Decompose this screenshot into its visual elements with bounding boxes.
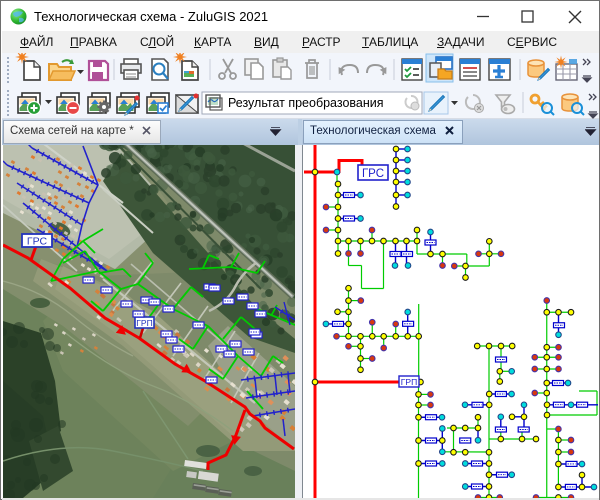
svg-text:Результат преобразования: Результат преобразования	[228, 96, 384, 110]
svg-text:ГРП: ГРП	[401, 377, 417, 387]
svg-text:ГРС: ГРС	[362, 168, 384, 180]
svg-text:ГРП: ГРП	[136, 318, 152, 328]
svg-text:ГРС: ГРС	[27, 236, 48, 248]
